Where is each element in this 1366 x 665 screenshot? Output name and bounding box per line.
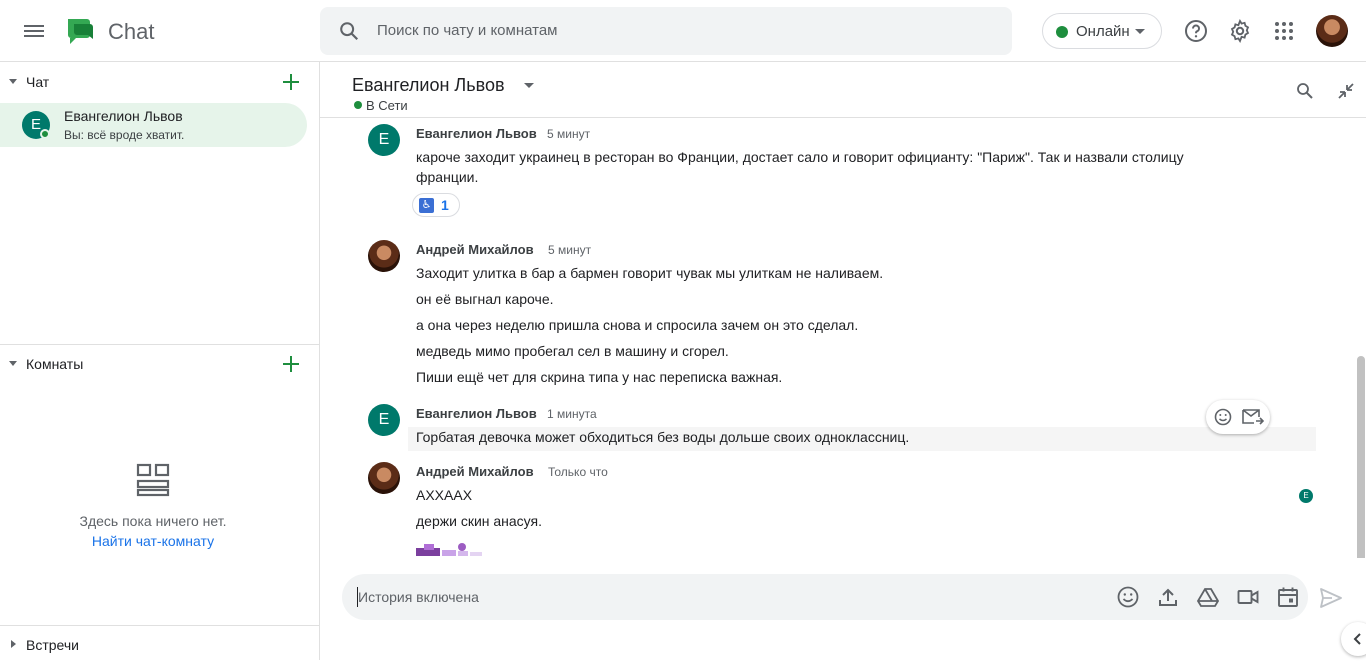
send-icon[interactable] [1320, 588, 1342, 608]
chevron-left-icon [1353, 633, 1361, 645]
gear-icon[interactable] [1228, 19, 1252, 43]
message-text: держи скин анасуя. [416, 513, 542, 529]
status-dropdown[interactable]: Онлайн [1042, 13, 1162, 49]
scrollbar[interactable] [1357, 356, 1365, 558]
video-meeting-icon[interactable] [1237, 586, 1259, 608]
sender-name: Андрей Михайлов [416, 464, 534, 479]
message-list: E Евангелион Львов 5 минут кароче заходи… [320, 118, 1366, 558]
message-time: 5 минут [548, 243, 592, 257]
calendar-icon[interactable] [1277, 586, 1299, 608]
message-text: Пиши ещё чет для скрина типа у нас переп… [416, 369, 783, 385]
message-composer[interactable]: История включена [342, 574, 1308, 620]
message-text: а она через неделю пришла снова и спроси… [416, 317, 859, 333]
reaction-count: 1 [441, 197, 449, 213]
online-dot-icon [354, 101, 362, 109]
message-text: медведь мимо пробегал сел в машину и сго… [416, 343, 729, 359]
chat-section-label: Чат [26, 74, 50, 90]
chat-name: Евангелион Львов [64, 108, 183, 124]
message-text: Горбатая девочка может обходиться без во… [416, 429, 910, 445]
conversation-status: В Сети [366, 98, 408, 113]
empty-rooms-text: Здесь пока ничего нет. [79, 513, 227, 529]
rooms-section-header[interactable]: Комнаты [0, 344, 320, 384]
chat-preview: Вы: всё вроде хватит. [64, 128, 185, 142]
chevron-down-icon [1135, 29, 1145, 34]
chat-section-header[interactable]: Чат [0, 62, 320, 102]
sender-name: Андрей Михайлов [416, 242, 534, 257]
message-time: 1 минута [547, 407, 597, 421]
sender-name: Евангелион Львов [416, 406, 537, 421]
add-room-icon[interactable] [281, 354, 301, 374]
message-text: АХХААХ [416, 487, 473, 503]
sender-avatar[interactable] [368, 462, 400, 494]
chevron-down-icon[interactable] [524, 83, 534, 88]
chat-logo-icon [68, 19, 93, 44]
sender-avatar[interactable]: E [368, 404, 400, 436]
conversation-pane: Евангелион Львов В Сети E Евангелион Льв… [320, 62, 1366, 660]
empty-rooms-icon [136, 463, 170, 497]
app-name: Chat [108, 19, 155, 44]
sender-avatar[interactable] [368, 240, 400, 272]
emoji-icon[interactable] [1117, 586, 1139, 608]
sidebar: Чат E Евангелион Львов Вы: всё вроде хва… [0, 62, 320, 660]
search-icon [340, 22, 359, 41]
search-placeholder: Поиск по чату и комнатам [377, 22, 558, 39]
read-receipt-avatar: E [1299, 489, 1313, 503]
add-chat-icon[interactable] [281, 72, 301, 92]
help-icon[interactable] [1184, 19, 1208, 43]
message-text: Заходит улитка в бар а бармен говорит чу… [416, 265, 884, 281]
search-bar[interactable]: Поиск по чату и комнатам [320, 7, 1012, 55]
wheelchair-emoji-icon: ♿ [419, 198, 434, 213]
meetings-section-label: Встречи [26, 637, 79, 653]
side-panel-toggle[interactable] [1341, 622, 1366, 656]
sender-name: Евангелион Львов [416, 126, 537, 141]
message-text: франции. [416, 169, 479, 185]
add-reaction-icon[interactable] [1214, 408, 1232, 426]
status-label: Онлайн [1076, 23, 1130, 40]
collapse-triangle-icon [9, 361, 17, 366]
expand-triangle-icon [11, 640, 16, 648]
top-bar: Chat Поиск по чату и комнатам Онлайн [0, 0, 1366, 62]
chat-list-item[interactable]: E Евангелион Львов Вы: всё вроде хватит. [0, 103, 307, 147]
message-time: 5 минут [547, 127, 591, 141]
collapse-triangle-icon [9, 79, 17, 84]
status-dot-icon [1056, 26, 1068, 38]
message-time: Только что [548, 465, 608, 479]
forward-to-inbox-icon[interactable] [1242, 409, 1264, 425]
account-avatar[interactable] [1316, 15, 1348, 47]
composer-placeholder: История включена [358, 589, 479, 605]
sender-avatar[interactable]: E [368, 124, 400, 156]
message-text: он её выгнал кароче. [416, 291, 554, 307]
upload-icon[interactable] [1157, 586, 1179, 608]
apps-grid-icon[interactable] [1272, 19, 1296, 43]
collapse-window-icon[interactable] [1337, 82, 1355, 100]
image-attachment[interactable] [416, 542, 482, 558]
online-indicator [40, 129, 50, 139]
rooms-section-label: Комнаты [26, 356, 84, 372]
conversation-header: Евангелион Львов В Сети [320, 62, 1366, 118]
message-actions [1206, 400, 1270, 434]
conversation-title[interactable]: Евангелион Львов [352, 75, 505, 96]
search-in-chat-icon[interactable] [1296, 82, 1314, 100]
message-text: кароче заходит украинец в ресторан во Фр… [416, 149, 1184, 165]
reaction-chip[interactable]: ♿ 1 [412, 193, 460, 217]
drive-icon[interactable] [1197, 586, 1219, 608]
main-menu-icon[interactable] [24, 22, 46, 40]
find-room-link[interactable]: Найти чат-комнату [0, 533, 306, 549]
meetings-section-header[interactable]: Встречи [0, 625, 320, 665]
